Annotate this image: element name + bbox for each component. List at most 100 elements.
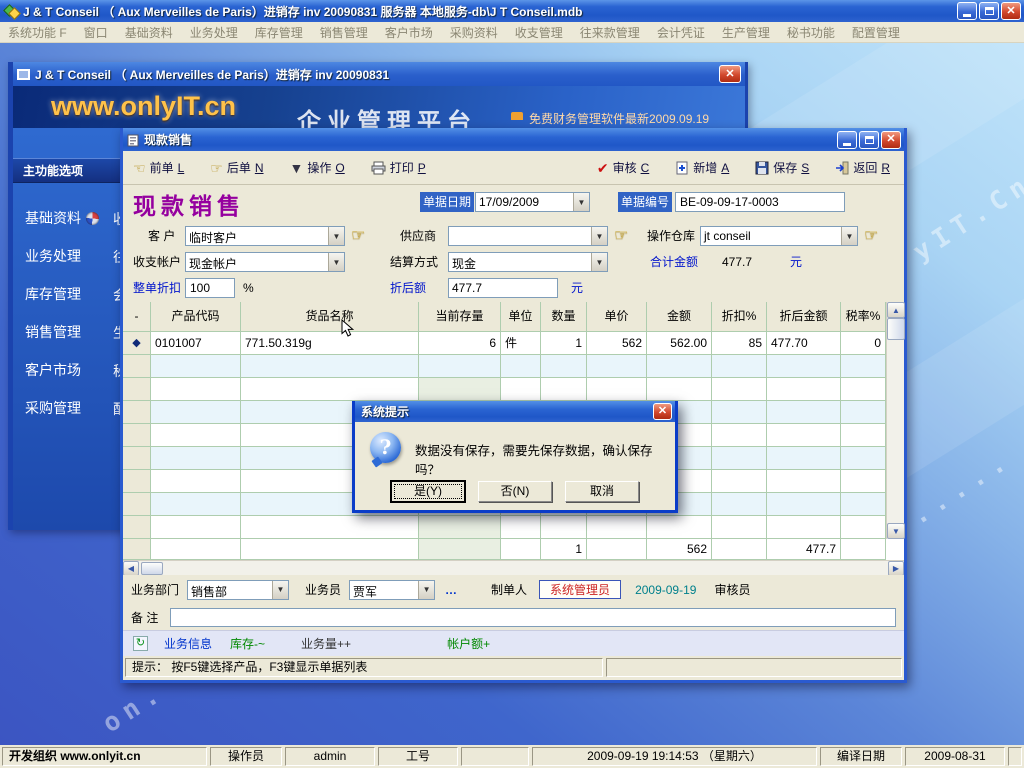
scroll-up-icon[interactable]: ▲ xyxy=(887,302,905,318)
down-arrow-icon: ▼ xyxy=(290,161,304,175)
return-button[interactable]: 返回R xyxy=(835,159,890,176)
banner-platform-title: 企业管理平台 xyxy=(297,102,477,128)
minimize-button[interactable] xyxy=(957,2,977,20)
menu-item-inventory[interactable]: 库存管理 xyxy=(255,24,303,41)
sales-window-title: 现款销售 xyxy=(144,131,837,148)
menu-item-customer[interactable]: 客户市场 xyxy=(385,24,433,41)
next-doc-button[interactable]: ☞后单N xyxy=(210,159,263,176)
menu-item-window[interactable]: 窗口 xyxy=(84,24,108,41)
dialog-close-button[interactable]: ✕ xyxy=(653,403,672,420)
question-icon: ? xyxy=(370,432,401,463)
sidebar-item-inventory[interactable]: 库存管理 xyxy=(25,284,125,304)
menu-item-config[interactable]: 配置管理 xyxy=(852,24,900,41)
menu-item-system[interactable]: 系统功能 F xyxy=(8,24,67,41)
grid-cell xyxy=(419,516,501,539)
scroll-thumb[interactable] xyxy=(141,562,163,575)
settle-combo[interactable]: 现金▼ xyxy=(448,252,608,272)
customer-combo[interactable]: 临时客户▼ xyxy=(185,226,345,246)
menu-item-secretary[interactable]: 秘书功能 xyxy=(787,24,835,41)
grid-cell xyxy=(419,355,501,378)
select-pointer-icon[interactable]: ☞ xyxy=(864,226,878,246)
grid-cell xyxy=(767,493,841,516)
yes-button[interactable]: 是(Y) xyxy=(391,481,465,502)
menu-item-basedata[interactable]: 基础资料 xyxy=(125,24,173,41)
menu-item-business[interactable]: 业务处理 xyxy=(190,24,238,41)
grid-header-cell: 货品名称 xyxy=(241,302,419,332)
save-button[interactable]: 保存S xyxy=(755,159,809,176)
warehouse-combo[interactable]: jt conseil▼ xyxy=(700,226,858,246)
menu-item-payment[interactable]: 收支管理 xyxy=(515,24,563,41)
grid-data-row[interactable]: ◆ 0101007 771.50.319g 6 件 1 562 562.00 8… xyxy=(123,332,886,355)
chevron-down-icon[interactable]: ▼ xyxy=(573,193,589,211)
chevron-down-icon[interactable]: ▼ xyxy=(328,227,344,245)
grid-cell xyxy=(151,516,241,539)
chevron-down-icon[interactable]: ▼ xyxy=(591,253,607,271)
link-business-info[interactable]: 业务信息 xyxy=(164,635,212,652)
link-volume[interactable]: 业务量++ xyxy=(301,635,351,652)
after-field[interactable]: 477.7 xyxy=(448,278,558,298)
sidebar-item-purchase[interactable]: 采购管理 xyxy=(25,398,125,418)
grid-header-cell: 金额 xyxy=(647,302,712,332)
sales-minimize-button[interactable] xyxy=(837,131,857,149)
chevron-down-icon[interactable]: ▼ xyxy=(841,227,857,245)
link-stock[interactable]: 库存-~ xyxy=(230,635,265,652)
grid-cell-amount: 562.00 xyxy=(647,332,712,355)
select-pointer-icon[interactable]: ☞ xyxy=(351,226,365,246)
vertical-scrollbar[interactable]: ▲ ▼ xyxy=(886,302,904,539)
sales-maximize-button[interactable] xyxy=(859,131,879,149)
menu-item-accounts[interactable]: 往来款管理 xyxy=(580,24,640,41)
chevron-down-icon[interactable]: ▼ xyxy=(591,227,607,245)
chevron-down-icon[interactable]: ▼ xyxy=(272,581,288,599)
account-combo[interactable]: 现金帐户▼ xyxy=(185,252,345,272)
grid-cell xyxy=(712,516,767,539)
grid-empty-row[interactable] xyxy=(123,516,886,539)
supplier-combo[interactable]: ▼ xyxy=(448,226,608,246)
child-close-button[interactable]: ✕ xyxy=(719,65,741,83)
scroll-left-icon[interactable]: ◀ xyxy=(123,561,139,576)
menu-item-sales[interactable]: 销售管理 xyxy=(320,24,368,41)
more-button[interactable]: … xyxy=(445,583,457,597)
restore-button[interactable] xyxy=(979,2,999,20)
menu-item-purchase[interactable]: 采购资料 xyxy=(450,24,498,41)
prev-doc-button[interactable]: ☜前单L xyxy=(133,159,184,176)
grid-header-cell: 数量 xyxy=(541,302,587,332)
discount-field[interactable]: 100 xyxy=(185,278,235,298)
audit-button[interactable]: ✔审核C xyxy=(597,159,649,176)
cancel-button[interactable]: 取消 xyxy=(565,481,639,502)
grid-cell xyxy=(151,355,241,378)
scroll-down-icon[interactable]: ▼ xyxy=(887,523,905,539)
sales-close-button[interactable]: ✕ xyxy=(881,131,901,149)
dept-combo[interactable]: 销售部▼ xyxy=(187,580,289,600)
grid-cell xyxy=(841,378,886,401)
chevron-down-icon[interactable]: ▼ xyxy=(418,581,434,599)
print-button[interactable]: 打印P xyxy=(371,159,426,176)
agent-combo[interactable]: 贾军▼ xyxy=(349,580,435,600)
grid-empty-row[interactable] xyxy=(123,355,886,378)
grid-cell xyxy=(587,355,647,378)
close-button[interactable]: ✕ xyxy=(1001,2,1021,20)
refresh-icon[interactable]: ↻ xyxy=(133,636,148,651)
doc-no-field[interactable]: BE-09-09-17-0003 xyxy=(675,192,845,212)
scroll-track[interactable] xyxy=(887,340,904,523)
grid-cell xyxy=(241,355,419,378)
sidebar-item-sales[interactable]: 销售管理 xyxy=(25,322,125,342)
grid-cell xyxy=(841,493,886,516)
sidebar-item-basedata[interactable]: 基础资料 xyxy=(25,208,125,228)
sidebar-item-business[interactable]: 业务处理 xyxy=(25,246,125,266)
no-button[interactable]: 否(N) xyxy=(478,481,552,502)
scroll-thumb[interactable] xyxy=(887,318,905,340)
link-account[interactable]: 帐户额+ xyxy=(447,635,490,652)
chevron-down-icon[interactable]: ▼ xyxy=(328,253,344,271)
menu-item-voucher[interactable]: 会计凭证 xyxy=(657,24,705,41)
doc-date-combo[interactable]: 17/09/2009▼ xyxy=(475,192,590,212)
new-button[interactable]: 新增A xyxy=(675,159,729,176)
remark-field[interactable] xyxy=(170,608,896,627)
status-dev-org: 开发组织 www.onlyit.cn xyxy=(2,747,207,766)
grid-empty-row[interactable] xyxy=(123,378,886,401)
scroll-right-icon[interactable]: ▶ xyxy=(888,561,904,576)
select-pointer-icon[interactable]: ☞ xyxy=(614,226,628,246)
horizontal-scrollbar[interactable]: ◀ ▶ xyxy=(123,560,904,575)
sidebar-item-customer[interactable]: 客户市场 xyxy=(25,360,125,380)
operate-button[interactable]: ▼操作O xyxy=(290,159,345,176)
menu-item-production[interactable]: 生产管理 xyxy=(722,24,770,41)
